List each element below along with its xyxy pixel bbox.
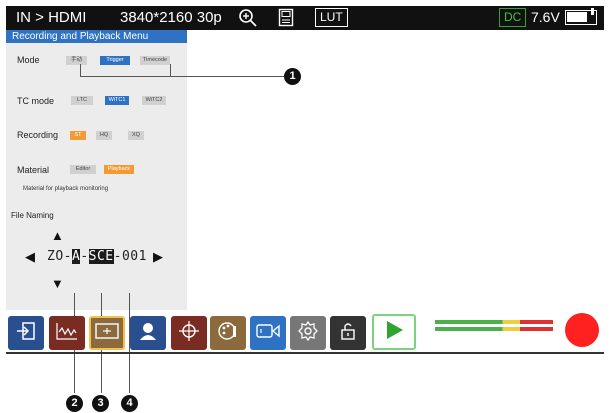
tc-option-witc2[interactable]: WiTC2	[142, 96, 166, 105]
input-button[interactable]	[8, 316, 44, 350]
mode-option-trigger[interactable]: Trigger	[100, 56, 130, 65]
callout-1: 1	[284, 68, 301, 85]
file-naming-value[interactable]: ZO-A-SCE-001	[47, 249, 147, 264]
lock-icon	[338, 320, 358, 347]
audio-meter-left	[435, 320, 553, 324]
zoom-icon[interactable]	[238, 8, 258, 33]
audio-meter-right	[435, 327, 553, 331]
callout-3: 3	[92, 395, 109, 412]
callout-2: 2	[66, 395, 83, 412]
frame-icon	[94, 321, 120, 346]
naming-suffix: -001	[113, 249, 147, 264]
tc-option-witc1[interactable]: WiTC1	[105, 96, 129, 105]
lock-button[interactable]	[330, 316, 366, 350]
naming-down-arrow-icon[interactable]: ▼	[51, 277, 64, 290]
play-button[interactable]	[372, 314, 416, 350]
material-option-editor[interactable]: Editor	[70, 165, 96, 174]
recording-playback-menu: Recording and Playback Menu Mode 手动 Trig…	[6, 30, 187, 310]
recording-option-st[interactable]: ST	[70, 131, 86, 140]
file-naming-label: File Naming	[11, 211, 54, 220]
battery-tip	[591, 8, 594, 15]
power-source-badge: DC	[499, 8, 527, 27]
crosshair-icon	[178, 320, 200, 347]
menu-title: Recording and Playback Menu	[6, 30, 187, 43]
naming-right-arrow-icon[interactable]: ▶	[153, 250, 163, 263]
record-button[interactable]	[565, 313, 599, 347]
naming-left-arrow-icon[interactable]: ◀	[25, 250, 35, 263]
callout-4: 4	[121, 395, 138, 412]
video-format: 3840*2160 30p	[120, 9, 222, 26]
material-option-playback[interactable]: Playback	[104, 165, 134, 174]
palette-icon	[217, 320, 239, 347]
mode-option-manual[interactable]: 手动	[66, 56, 87, 65]
camera-icon	[255, 321, 281, 346]
callout-1-leader	[80, 64, 81, 76]
mode-label: Mode	[17, 55, 40, 65]
toolbar-divider	[6, 352, 604, 354]
sd-card-icon[interactable]	[278, 8, 294, 32]
tc-mode-label: TC mode	[17, 96, 55, 106]
mode-option-timecode[interactable]: Timecode	[140, 56, 170, 65]
recording-option-hq[interactable]: HQ	[96, 131, 112, 140]
naming-up-arrow-icon[interactable]: ▲	[51, 229, 64, 242]
recording-option-xq[interactable]: XQ	[128, 131, 144, 140]
record-mode-button[interactable]	[250, 316, 286, 350]
tc-option-ltc[interactable]: LTC	[71, 96, 93, 105]
enter-icon	[15, 320, 37, 347]
palette-button[interactable]	[210, 316, 246, 350]
material-note: Material for playback monitoring	[23, 186, 109, 192]
person-icon	[137, 320, 159, 347]
voltage-readout: 7.6V	[531, 9, 560, 25]
callout-1-leader	[80, 76, 285, 77]
play-icon	[382, 318, 406, 347]
settings-button[interactable]	[290, 316, 326, 350]
callout-1-leader	[170, 64, 171, 76]
naming-scene-segment[interactable]: SCE	[88, 249, 114, 264]
recording-label: Recording	[17, 130, 59, 140]
crosshair-button[interactable]	[171, 316, 207, 350]
waveform-icon	[55, 320, 79, 347]
naming-separator: -	[80, 249, 89, 264]
lut-button[interactable]: LUT	[315, 8, 348, 27]
portrait-button[interactable]	[130, 316, 166, 350]
status-bar: IN > HDMI 3840*2160 30p LUT DC 7.6V	[6, 6, 604, 30]
gear-icon	[297, 320, 319, 347]
waveform-button[interactable]	[49, 316, 85, 350]
naming-prefix: ZO-	[47, 249, 72, 264]
frame-button[interactable]	[89, 316, 125, 350]
input-source: IN > HDMI	[16, 9, 87, 26]
material-label: Material	[17, 165, 50, 175]
